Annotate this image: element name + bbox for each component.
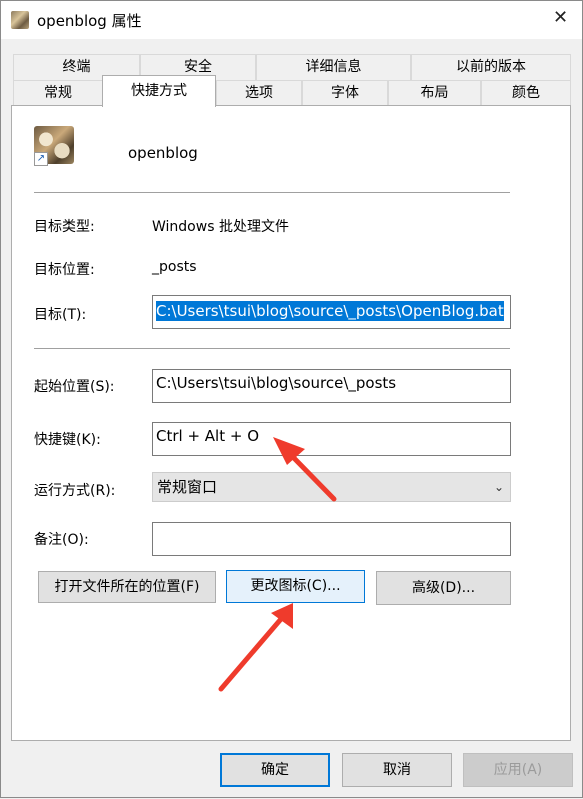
apply-button[interactable]: 应用(A)	[463, 753, 573, 787]
tab-shortcut[interactable]: 快捷方式	[102, 75, 216, 107]
properties-window: openblog 属性 ✕ 终端 安全 详细信息 以前的版本 常规 快捷方式 选…	[0, 0, 583, 798]
red-arrow-icon	[218, 603, 293, 692]
ok-button[interactable]: 确定	[220, 753, 330, 787]
cancel-button[interactable]: 取消	[342, 753, 452, 787]
